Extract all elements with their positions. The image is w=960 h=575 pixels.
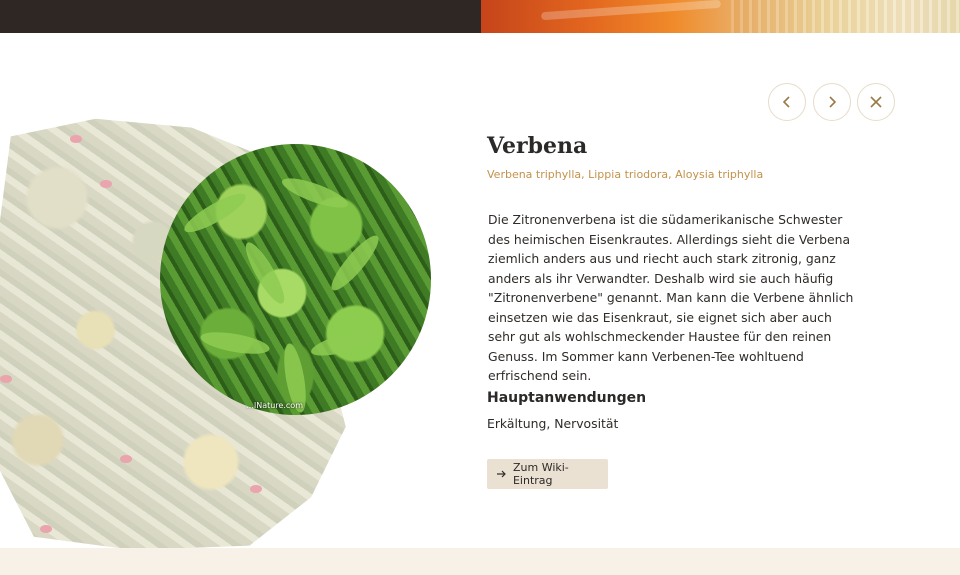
next-button[interactable] [813,83,851,121]
chevron-left-icon [782,96,790,108]
herb-description: Die Zitronenverbena ist die südamerikani… [488,212,854,383]
header-banner [0,0,960,33]
photo-watermark: …lNature.com [246,401,303,410]
footer-band [0,548,960,575]
wiki-entry-button[interactable]: Zum Wiki-Eintrag [487,459,608,489]
uses-list: Erkältung, Nervosität [487,416,619,431]
header-dark-panel [0,0,481,33]
close-button[interactable] [857,83,895,121]
previous-button[interactable] [768,83,806,121]
herb-title: Verbena [487,133,588,159]
uses-heading: Hauptanwendungen [487,390,647,406]
close-icon [870,96,882,108]
arrow-right-icon [496,470,506,478]
wiki-entry-label: Zum Wiki-Eintrag [512,461,569,487]
verbena-photo [160,144,431,415]
herb-latin-names: Verbena triphylla, Lippia triodora, Aloy… [487,168,764,181]
header-tea-image [481,0,960,33]
chevron-right-icon [829,96,837,108]
